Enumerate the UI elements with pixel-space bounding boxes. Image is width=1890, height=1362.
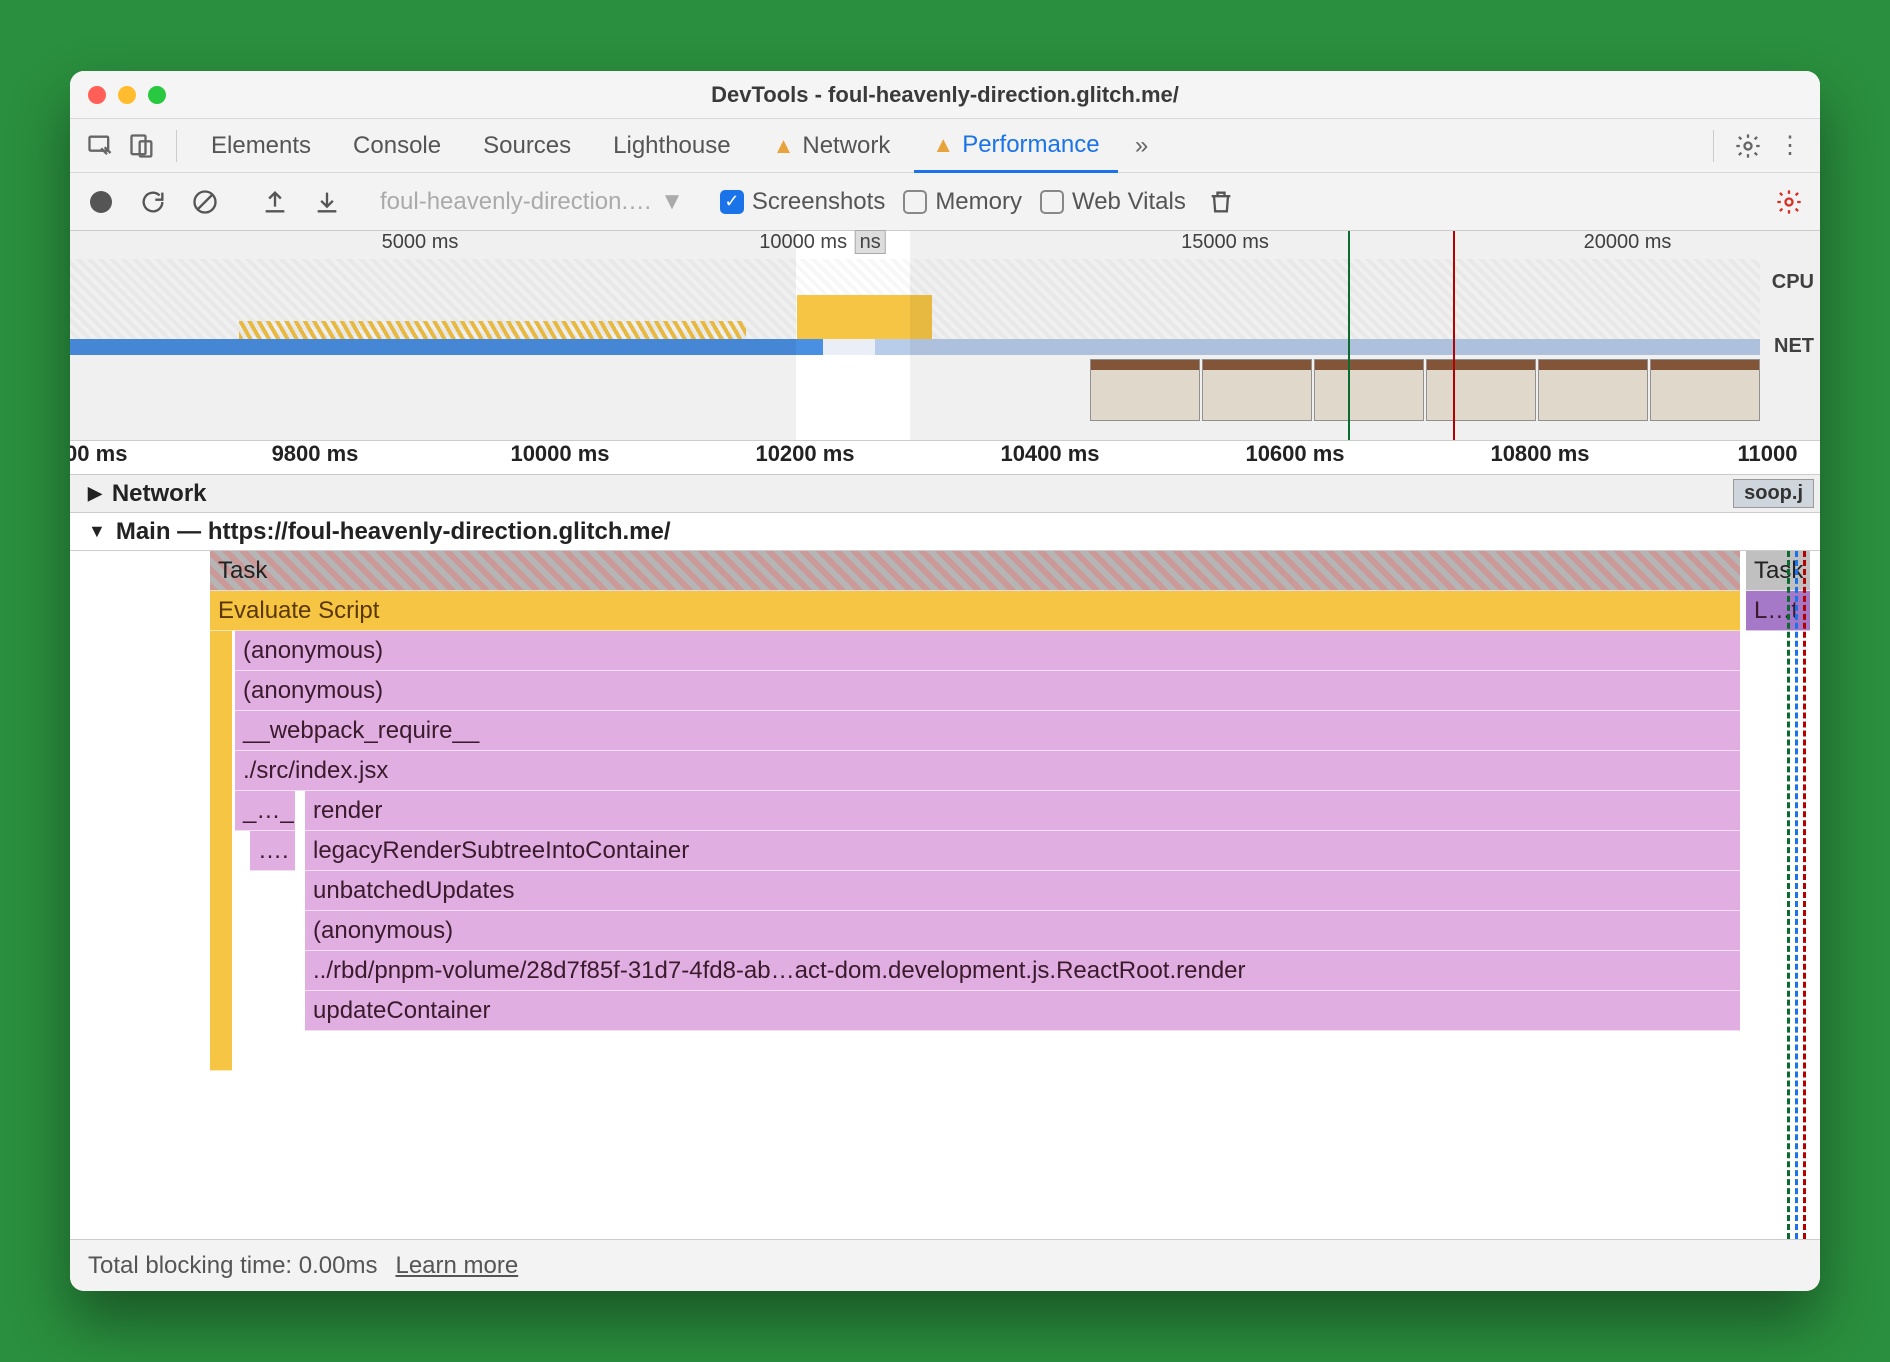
kebab-icon[interactable]: ⋮ (1772, 128, 1808, 164)
warning-icon: ▲ (932, 132, 954, 158)
flame-frame[interactable]: ./src/index.jsx (235, 751, 1740, 791)
footer: Total blocking time: 0.00ms Learn more (70, 1239, 1820, 1291)
record-icon[interactable] (84, 185, 118, 219)
learn-more-link[interactable]: Learn more (395, 1252, 518, 1280)
titlebar: DevTools - foul-heavenly-direction.glitc… (70, 71, 1820, 119)
marker-dcl (1795, 551, 1798, 1239)
flame-frame[interactable]: __webpack_require__ (235, 711, 1740, 751)
tab-network[interactable]: ▲Network (755, 119, 909, 173)
upload-icon[interactable] (258, 185, 292, 219)
detail-ruler[interactable]: 00 ms 9800 ms 10000 ms 10200 ms 10400 ms… (70, 441, 1820, 475)
tab-performance[interactable]: ▲Performance (914, 119, 1117, 173)
flame-frame[interactable]: updateContainer (305, 991, 1740, 1031)
screenshots-checkbox[interactable]: ✓Screenshots (720, 188, 885, 216)
flame-frame[interactable]: (anonymous) (235, 631, 1740, 671)
timeline-overview[interactable]: 5000 ms 10000 ms ns 15000 ms 20000 ms CP… (70, 231, 1820, 441)
tbt-label: Total blocking time: 0.00ms (88, 1252, 377, 1280)
flame-frame[interactable]: ../rbd/pnpm-volume/28d7f85f-31d7-4fd8-ab… (305, 951, 1740, 991)
tab-elements[interactable]: Elements (193, 119, 329, 173)
main-tabs: Elements Console Sources Lighthouse ▲Net… (70, 119, 1820, 173)
perf-toolbar: foul-heavenly-direction.… ▼ ✓Screenshots… (70, 173, 1820, 231)
trash-icon[interactable] (1204, 185, 1238, 219)
network-section[interactable]: ▶ Network soop.j (70, 475, 1820, 513)
device-toggle-icon[interactable] (124, 128, 160, 164)
disclosure-right-icon: ▶ (88, 483, 102, 504)
flame-task[interactable]: Task (210, 551, 1740, 591)
flame-chart[interactable]: Task Task Evaluate Script L…t (anonymous… (70, 551, 1820, 1239)
marker-fcp (1787, 551, 1790, 1239)
flame-frame[interactable]: legacyRenderSubtreeIntoContainer (305, 831, 1740, 871)
chevron-down-icon: ▼ (660, 188, 684, 216)
flame-frame[interactable]: (anonymous) (305, 911, 1740, 951)
flame-task[interactable]: Task (1746, 551, 1810, 591)
flame-evaluate-script[interactable]: Evaluate Script (210, 591, 1740, 631)
reload-icon[interactable] (136, 185, 170, 219)
flame-frame[interactable]: render (305, 791, 1740, 831)
marker-load (1803, 551, 1806, 1239)
flame-frame[interactable]: (anonymous) (235, 671, 1740, 711)
capture-settings-icon[interactable] (1772, 185, 1806, 219)
clear-icon[interactable] (188, 185, 222, 219)
settings-icon[interactable] (1730, 128, 1766, 164)
tab-console[interactable]: Console (335, 119, 459, 173)
webvitals-checkbox[interactable]: Web Vitals (1040, 188, 1186, 216)
more-tabs-icon[interactable]: » (1124, 128, 1160, 164)
flame-frame[interactable]: unbatchedUpdates (305, 871, 1740, 911)
tab-sources[interactable]: Sources (465, 119, 589, 173)
window-title: DevTools - foul-heavenly-direction.glitc… (70, 82, 1820, 108)
warning-icon: ▲ (773, 133, 795, 159)
tab-lighthouse[interactable]: Lighthouse (595, 119, 748, 173)
main-section[interactable]: ▼ Main — https://foul-heavenly-direction… (70, 513, 1820, 551)
memory-checkbox[interactable]: Memory (903, 188, 1022, 216)
devtools-window: DevTools - foul-heavenly-direction.glitc… (70, 71, 1820, 1291)
download-icon[interactable] (310, 185, 344, 219)
disclosure-down-icon: ▼ (88, 521, 106, 542)
profile-dropdown[interactable]: foul-heavenly-direction.… ▼ (380, 188, 684, 216)
network-request-pill[interactable]: soop.j (1733, 479, 1814, 508)
flame-layout[interactable]: L…t (1746, 591, 1810, 631)
inspect-icon[interactable] (82, 128, 118, 164)
